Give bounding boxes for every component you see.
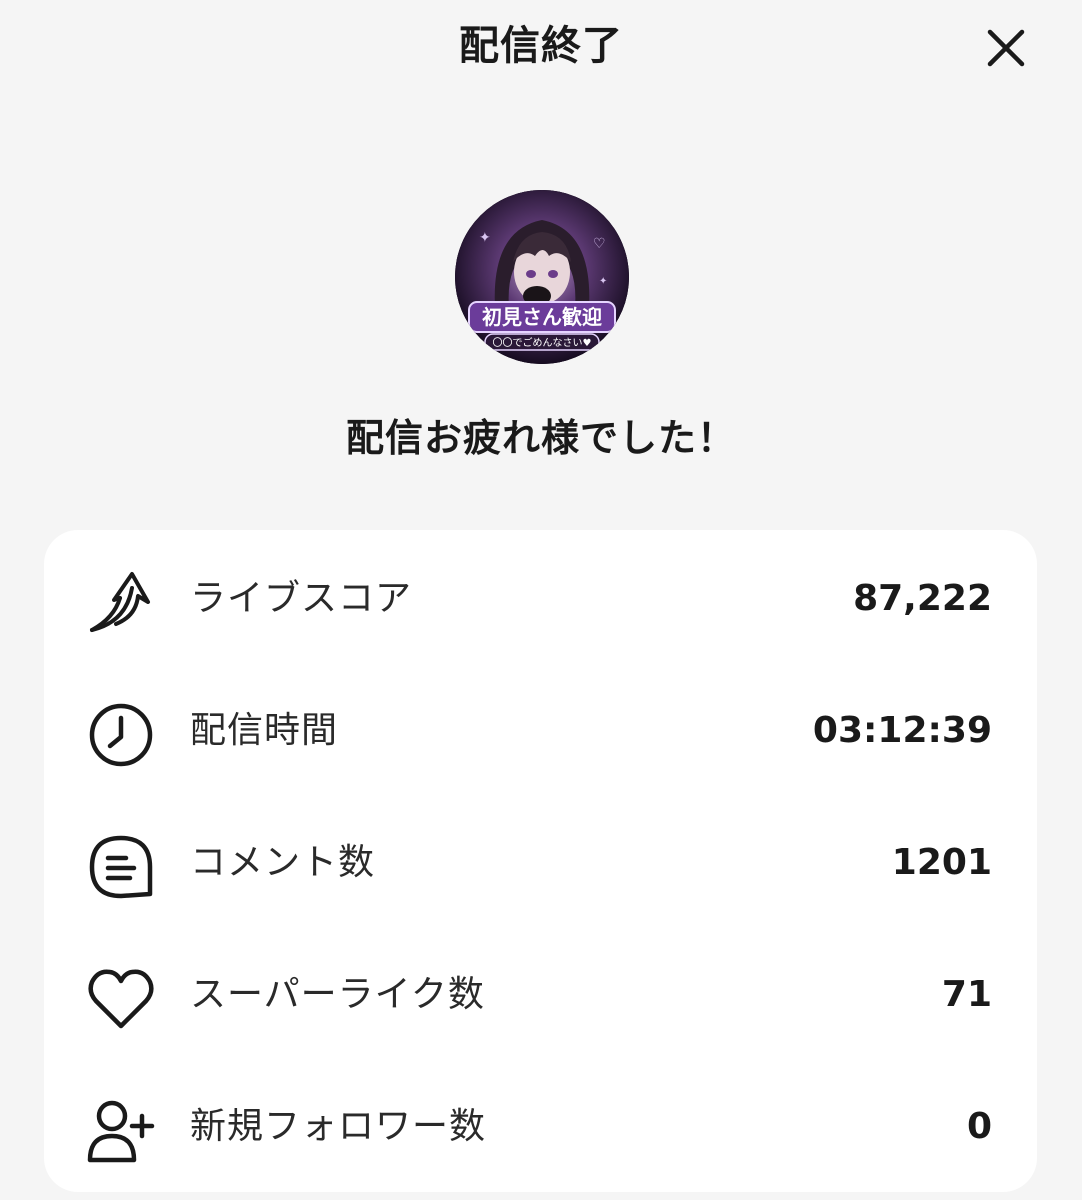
stats-card: ライブスコア 87,222 配信時間 03:12:39 コメント数 1201 ス… bbox=[44, 530, 1037, 1192]
close-button[interactable] bbox=[978, 20, 1034, 76]
stat-row-live-score: ライブスコア 87,222 bbox=[44, 548, 1037, 648]
avatar-caption-sub: 〇〇でごめんなさい♥ bbox=[493, 336, 592, 349]
arrow-up-curve-icon bbox=[90, 572, 150, 632]
svg-text:♡: ♡ bbox=[593, 236, 606, 252]
stat-label: スーパーライク数 bbox=[190, 974, 485, 1015]
svg-text:✦: ✦ bbox=[599, 276, 607, 287]
stat-value: 87,222 bbox=[853, 578, 992, 619]
stat-row-comments: コメント数 1201 bbox=[44, 812, 1037, 912]
svg-text:✦: ✦ bbox=[479, 230, 491, 246]
stat-value: 1201 bbox=[891, 842, 992, 883]
streamer-avatar: ✦ ♡ ✦ 初見さん歓迎 〇〇でごめんなさい♥ bbox=[455, 190, 629, 364]
farewell-message: 配信お疲れ様でした！ bbox=[345, 416, 736, 460]
stat-row-stream-time: 配信時間 03:12:39 bbox=[44, 680, 1037, 780]
comment-icon bbox=[89, 835, 153, 899]
heart-icon bbox=[88, 969, 154, 1029]
clock-icon bbox=[89, 703, 153, 767]
user-plus-icon bbox=[87, 1100, 155, 1163]
stat-row-super-likes: スーパーライク数 71 bbox=[44, 944, 1037, 1044]
stat-value: 71 bbox=[941, 974, 992, 1015]
avatar-caption-main: 初見さん歓迎 bbox=[482, 305, 602, 329]
stat-value: 0 bbox=[966, 1106, 992, 1147]
stat-label: コメント数 bbox=[190, 842, 376, 883]
close-icon bbox=[987, 29, 1025, 67]
stat-label: ライブスコア bbox=[190, 578, 413, 619]
stat-label: 配信時間 bbox=[190, 710, 339, 751]
stat-label: 新規フォロワー数 bbox=[190, 1106, 487, 1147]
stat-value: 03:12:39 bbox=[812, 710, 992, 751]
header: 配信終了 bbox=[0, 0, 1082, 96]
page-title: 配信終了 bbox=[459, 23, 623, 69]
stat-row-new-followers: 新規フォロワー数 0 bbox=[44, 1076, 1037, 1176]
